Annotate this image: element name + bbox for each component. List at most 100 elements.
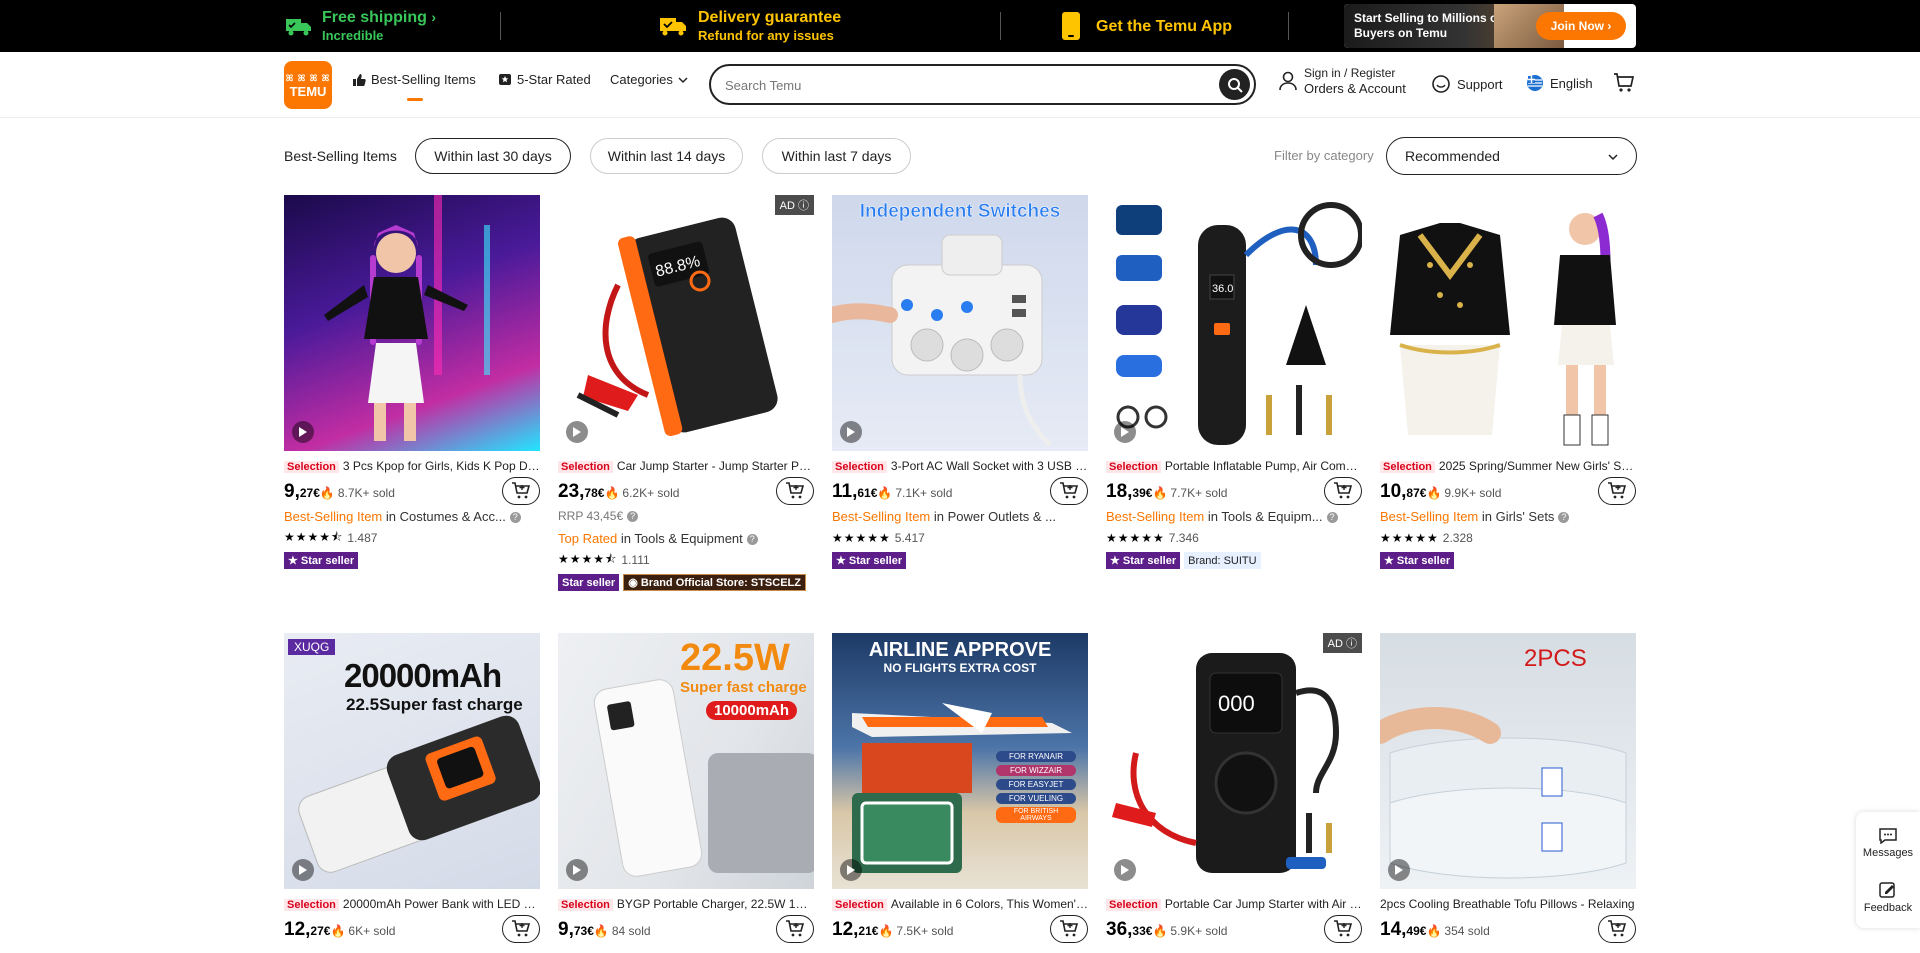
product-image[interactable]: 88.8% AD ⓘ <box>558 195 814 451</box>
play-video-icon[interactable] <box>840 859 862 881</box>
help-icon[interactable]: ? <box>746 534 758 545</box>
product-card[interactable]: 000 AD ⓘ Selection Portable Car Jump Star… <box>1106 633 1362 943</box>
product-title-row: Selection Portable Car Jump Starter with … <box>1106 896 1362 912</box>
cart-icon <box>512 482 531 499</box>
portable-charger-illustration <box>593 679 814 877</box>
nav-five-star[interactable]: 5-Star Rated <box>498 72 591 87</box>
category-rank[interactable]: Top Rated in Tools & Equipment? <box>558 531 814 548</box>
free-shipping-promo[interactable]: Free shipping › Incredible <box>284 0 436 52</box>
ad-text: AD <box>1327 638 1343 650</box>
account-menu[interactable]: Sign in / Register Orders & Account <box>1278 66 1406 96</box>
messages-button[interactable]: Messages <box>1856 818 1920 868</box>
help-icon[interactable]: ? <box>1326 512 1338 523</box>
filter-14-days[interactable]: Within last 14 days <box>590 138 743 174</box>
delivery-guarantee-promo[interactable]: Delivery guarantee Refund for any issues <box>658 0 841 52</box>
thumbs-up-icon <box>353 73 366 86</box>
play-video-icon[interactable] <box>566 421 588 443</box>
add-to-cart-button[interactable] <box>502 477 540 505</box>
sold-count: 5.9K+ sold <box>1170 924 1228 938</box>
add-to-cart-button[interactable] <box>1598 915 1636 943</box>
product-card[interactable]: Selection 2025 Spring/Summer New Girls' S… <box>1380 195 1636 569</box>
support-link[interactable]: Support <box>1431 74 1503 94</box>
rank-label: Best-Selling Item <box>832 509 931 524</box>
add-to-cart-button[interactable] <box>776 477 814 505</box>
rating-row: ★★★★⯪ 1.487 <box>284 530 540 546</box>
product-card[interactable]: Independent Switches Selection 3-Port AC … <box>832 195 1088 569</box>
product-card[interactable]: 36.0 Selection Portable Inflatable Pump, … <box>1106 195 1362 569</box>
play-video-icon[interactable] <box>566 859 588 881</box>
search-input[interactable] <box>725 74 1195 96</box>
product-card[interactable]: AIRLINE APPROVE NO FLIGHTS EXTRA COST FO… <box>832 633 1088 943</box>
add-to-cart-button[interactable] <box>502 915 540 943</box>
product-image[interactable]: Independent Switches <box>832 195 1088 451</box>
language-selector[interactable]: English <box>1526 74 1593 92</box>
rank-category: in Girls' Sets <box>1478 509 1555 524</box>
product-image[interactable]: AIRLINE APPROVE NO FLIGHTS EXTRA COST FO… <box>832 633 1088 889</box>
product-image[interactable] <box>1380 195 1636 451</box>
feedback-button[interactable]: Feedback <box>1856 872 1920 922</box>
add-to-cart-button[interactable] <box>776 915 814 943</box>
ad-label[interactable]: AD ⓘ <box>774 195 814 215</box>
price-int: 11, <box>832 481 858 502</box>
product-title: Portable Inflatable Pump, Air Compressor <box>1164 459 1362 473</box>
nav-categories[interactable]: Categories <box>610 72 688 87</box>
get-app-link[interactable]: Get the Temu App <box>1060 0 1232 52</box>
category-rank[interactable]: Best-Selling Item in Tools & Equipm...? <box>1106 509 1362 526</box>
divider <box>500 12 501 40</box>
app-label: Get the Temu App <box>1096 17 1232 35</box>
search-button[interactable] <box>1219 69 1250 100</box>
cart-icon <box>1334 920 1353 937</box>
product-card[interactable]: 2PCS 2pcs Cooling Breathable Tofu Pillow… <box>1380 633 1636 943</box>
rrp-price: RRP 43,45€? <box>558 509 814 525</box>
help-icon[interactable]: ? <box>627 511 639 522</box>
add-to-cart-button[interactable] <box>1598 477 1636 505</box>
brand-badge[interactable]: Brand: SUITU <box>1184 552 1261 569</box>
rating-count: 2.328 <box>1442 531 1473 545</box>
price-dec: 27€ <box>299 486 320 500</box>
add-to-cart-button[interactable] <box>1050 477 1088 505</box>
help-icon[interactable]: ? <box>509 512 521 523</box>
price-int: 23, <box>558 481 585 502</box>
add-to-cart-button[interactable] <box>1324 477 1362 505</box>
nav-best-selling[interactable]: Best-Selling Items <box>352 72 476 87</box>
cart-button[interactable] <box>1613 72 1635 94</box>
product-image[interactable] <box>284 195 540 451</box>
badge-text: Star seller <box>1122 554 1177 567</box>
filter-30-days[interactable]: Within last 30 days <box>415 138 571 174</box>
product-card[interactable]: 22.5W Super fast charge 10000mAh Selecti… <box>558 633 814 943</box>
category-rank[interactable]: Best-Selling Item in Costumes & Acc...? <box>284 509 540 526</box>
product-card[interactable]: Selection 3 Pcs Kpop for Girls, Kids K Po… <box>284 195 540 569</box>
product-image[interactable]: 2PCS <box>1380 633 1636 889</box>
help-icon[interactable]: ? <box>1558 512 1570 523</box>
join-now-button[interactable]: Join Now › <box>1536 12 1626 40</box>
product-title: 3 Pcs Kpop for Girls, Kids K Pop Demon H… <box>342 459 540 473</box>
play-video-icon[interactable] <box>292 421 314 443</box>
price-int: 36, <box>1106 919 1133 940</box>
category-rank[interactable]: Best-Selling Item in Power Outlets & ... <box>832 509 1088 526</box>
filter-7-days[interactable]: Within last 7 days <box>762 138 911 174</box>
play-video-icon[interactable] <box>292 859 314 881</box>
ad-label[interactable]: AD ⓘ <box>1322 633 1362 653</box>
sort-select[interactable]: Recommended <box>1386 137 1637 175</box>
temu-logo[interactable]: ꕤ ꕤ ꕤ ꕤ TEMU <box>284 61 332 109</box>
product-image[interactable]: XUQG 20000mAh 22.5Super fast charge <box>284 633 540 889</box>
divider <box>1000 12 1001 40</box>
add-to-cart-button[interactable] <box>1324 915 1362 943</box>
brand-store-badge[interactable]: ◉ Brand Official Store: STSCELZ <box>623 574 806 591</box>
add-to-cart-button[interactable] <box>1050 915 1088 943</box>
product-card[interactable]: 88.8% AD ⓘ Selection Car Jump Starter - J… <box>558 195 814 591</box>
play-video-icon[interactable] <box>840 421 862 443</box>
product-image[interactable]: 22.5W Super fast charge 10000mAh <box>558 633 814 889</box>
price-int: 12, <box>284 919 311 940</box>
play-video-icon[interactable] <box>1114 859 1136 881</box>
product-image[interactable]: 36.0 <box>1106 195 1362 451</box>
product-card[interactable]: XUQG 20000mAh 22.5Super fast charge Sele… <box>284 633 540 943</box>
delivery-truck-icon <box>660 18 686 36</box>
seller-badges: ★ Star seller Brand: SUITU <box>1106 552 1362 569</box>
category-rank[interactable]: Best-Selling Item in Girls' Sets? <box>1380 509 1636 526</box>
girls-outfit-illustration <box>1390 212 1616 446</box>
product-image[interactable]: 000 AD ⓘ <box>1106 633 1362 889</box>
play-video-icon[interactable] <box>1114 421 1136 443</box>
play-video-icon[interactable] <box>1388 859 1410 881</box>
seller-banner[interactable]: Start Selling to Millions of Buyers on T… <box>1344 4 1636 48</box>
